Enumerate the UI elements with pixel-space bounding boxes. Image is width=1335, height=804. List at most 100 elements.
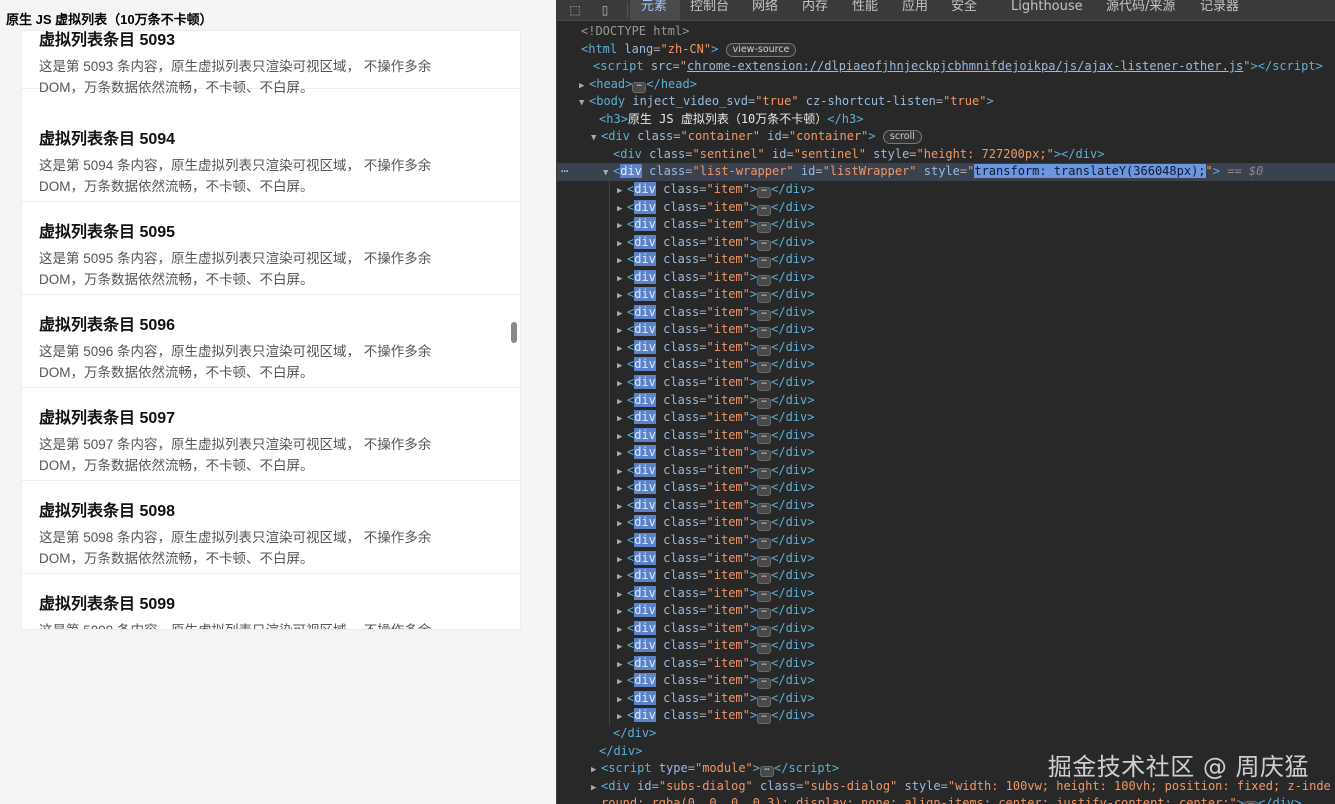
ellipsis-badge[interactable]: ⋯ xyxy=(632,81,647,93)
ellipsis-badge[interactable]: ⋯ xyxy=(757,643,772,655)
ellipsis-badge[interactable]: ⋯ xyxy=(757,257,772,269)
ellipsis-badge[interactable]: ⋯ xyxy=(757,660,772,672)
ellipsis-badge[interactable]: ⋯ xyxy=(757,537,772,549)
dom-item[interactable]: ▶ <div class="item"> ⋯ </div> xyxy=(557,514,1335,532)
more-options-icon[interactable]: ⋯ xyxy=(561,163,568,181)
dom-item[interactable]: ▶ <div class="item"> ⋯ </div> xyxy=(557,655,1335,673)
ellipsis-badge[interactable]: ⋯ xyxy=(760,766,774,778)
dom-item[interactable]: ▶ <div class="item"> ⋯ </div> xyxy=(557,585,1335,603)
dom-item[interactable]: ▶ <div class="item"> ⋯ </div> xyxy=(557,339,1335,357)
dom-item[interactable]: ▶ <div class="item"> ⋯ </div> xyxy=(557,304,1335,322)
dom-item[interactable]: ▶ <div class="item"> ⋯ </div> xyxy=(557,497,1335,515)
ellipsis-badge[interactable]: ⋯ xyxy=(757,520,772,532)
dom-subs-dialog-cont[interactable]: round: rgba(0, 0, 0, 0.3); display: none… xyxy=(557,795,1335,804)
dom-item[interactable]: ▶ <div class="item"> ⋯ </div> xyxy=(557,462,1335,480)
ellipsis-badge[interactable]: ⋯ xyxy=(757,415,772,427)
scrollbar-thumb[interactable] xyxy=(511,322,517,343)
ellipsis-badge[interactable]: ⋯ xyxy=(757,362,772,374)
ellipsis-badge[interactable]: ⋯ xyxy=(757,450,772,462)
dom-h3[interactable]: <h3>原生 JS 虚拟列表（10万条不卡顿）</h3> xyxy=(557,111,1335,129)
tab-lighthouse[interactable]: Lighthouse xyxy=(1011,0,1083,21)
dom-head[interactable]: ▶ <head> ⋯ </head> xyxy=(557,76,1335,94)
list-item-description: 这是第 5099 条内容，原生虚拟列表只渲染可视区域， 不操作多余 DOM，万条… xyxy=(39,620,469,629)
dom-item[interactable]: ▶ <div class="item"> ⋯ </div> xyxy=(557,216,1335,234)
dom-item[interactable]: ▶ <div class="item"> ⋯ </div> xyxy=(557,672,1335,690)
ellipsis-badge[interactable]: ⋯ xyxy=(757,502,772,514)
dom-item[interactable]: ▶ <div class="item"> ⋯ </div> xyxy=(557,532,1335,550)
ellipsis-badge[interactable]: ⋯ xyxy=(757,344,772,356)
dom-html[interactable]: <html lang="zh-CN"> view-source xyxy=(557,41,1335,59)
ellipsis-badge[interactable]: ⋯ xyxy=(757,678,772,690)
ellipsis-badge[interactable]: ⋯ xyxy=(757,380,772,391)
list-item: 虚拟列表条目 5093 这是第 5093 条内容，原生虚拟列表只渲染可视区域， 不… xyxy=(22,31,520,95)
tab-panel-5[interactable]: 应用 xyxy=(902,0,928,21)
ellipsis-badge[interactable]: ⋯ xyxy=(757,485,772,497)
dom-item[interactable]: ▶ <div class="item"> ⋯ </div> xyxy=(557,409,1335,427)
list-item-description: 这是第 5098 条内容，原生虚拟列表只渲染可视区域， 不操作多余 DOM，万条… xyxy=(39,530,432,566)
tab-panel-4[interactable]: 性能 xyxy=(852,0,878,21)
virtual-list-container[interactable]: 虚拟列表条目 5093 这是第 5093 条内容，原生虚拟列表只渲染可视区域， 不… xyxy=(21,30,521,630)
ellipsis-badge[interactable]: ⋯ xyxy=(757,327,772,339)
ellipsis-badge[interactable]: ⋯ xyxy=(757,713,772,725)
dom-sentinel[interactable]: <div class="sentinel" id="sentinel" styl… xyxy=(557,146,1335,164)
dom-item[interactable]: ▶ <div class="item"> ⋯ </div> xyxy=(557,707,1335,725)
dom-item[interactable]: ▶ <div class="item"> ⋯ </div> xyxy=(557,427,1335,445)
dom-item[interactable]: ▶ <div class="item"> ⋯ </div> xyxy=(557,321,1335,339)
dom-item[interactable]: ▶ <div class="item"> ⋯ </div> xyxy=(557,199,1335,217)
dom-item[interactable]: ▶ <div class="item"> ⋯ </div> xyxy=(557,444,1335,462)
ellipsis-badge[interactable]: ⋯ xyxy=(757,432,772,444)
dom-item[interactable]: ▶ <div class="item"> ⋯ </div> xyxy=(557,567,1335,585)
dom-item[interactable]: ▶ <div class="item"> ⋯ </div> xyxy=(557,234,1335,252)
dom-list-wrapper[interactable]: ▼ <div class="list-wrapper" id="listWrapp… xyxy=(557,163,1335,181)
dom-item[interactable]: ▶ <div class="item"> ⋯ </div> xyxy=(557,602,1335,620)
dom-item[interactable]: ▶ <div class="item"> ⋯ </div> xyxy=(557,690,1335,708)
dom-item[interactable]: ▶ <div class="item"> ⋯ </div> xyxy=(557,374,1335,392)
ellipsis-badge[interactable]: ⋯ xyxy=(757,397,772,409)
dom-item[interactable]: ▶ <div class="item"> ⋯ </div> xyxy=(557,637,1335,655)
list-item: 虚拟列表条目 5097 这是第 5097 条内容，原生虚拟列表只渲染可视区域， 不… xyxy=(22,388,520,481)
ellipsis-badge[interactable]: ⋯ xyxy=(757,555,772,567)
scroll-badge[interactable]: scroll xyxy=(882,130,922,145)
inspect-icon[interactable]: ⬚ xyxy=(565,1,585,19)
dom-item[interactable]: ▶ <div class="item"> ⋯ </div> xyxy=(557,392,1335,410)
ellipsis-badge[interactable]: ⋯ xyxy=(757,590,772,602)
tab-panel-9[interactable]: 记录器 xyxy=(1200,0,1239,21)
ellipsis-badge[interactable]: ⋯ xyxy=(757,292,772,304)
dom-item[interactable]: ▶ <div class="item"> ⋯ </div> xyxy=(557,286,1335,304)
ellipsis-badge[interactable]: ⋯ xyxy=(757,222,772,234)
dom-body[interactable]: ▼ <body inject_video_svd="true" cz-shortc… xyxy=(557,93,1335,111)
tab-panel-3[interactable]: 内存 xyxy=(802,0,828,21)
list-item: 虚拟列表条目 5095 这是第 5095 条内容，原生虚拟列表只渲染可视区域， 不… xyxy=(22,202,520,295)
ellipsis-badge[interactable]: ⋯ xyxy=(757,608,772,620)
ellipsis-badge[interactable]: ⋯ xyxy=(757,573,772,585)
ellipsis-badge[interactable]: ⋯ xyxy=(757,274,772,286)
tab-panel-6[interactable]: 安全 xyxy=(951,0,977,21)
ellipsis-badge[interactable]: ⋯ xyxy=(757,204,772,216)
dom-item[interactable]: ▶ <div class="item"> ⋯ </div> xyxy=(557,181,1335,199)
dom-item[interactable]: ▶ <div class="item"> ⋯ </div> xyxy=(557,550,1335,568)
dom-script-ext[interactable]: <script src="chrome-extension://dlpiaeof… xyxy=(557,58,1335,76)
ellipsis-badge[interactable]: ⋯ xyxy=(757,186,772,198)
tab-panel-1[interactable]: 控制台 xyxy=(690,0,729,21)
device-toolbar-icon[interactable]: ▯ xyxy=(595,1,615,19)
dom-item[interactable]: ▶ <div class="item"> ⋯ </div> xyxy=(557,269,1335,287)
ellipsis-badge[interactable]: ⋯ xyxy=(757,309,772,321)
tab-panel-8[interactable]: 源代码/来源 xyxy=(1106,0,1175,21)
toolbar-divider xyxy=(627,3,628,18)
dom-item[interactable]: ▶ <div class="item"> ⋯ </div> xyxy=(557,356,1335,374)
dom-close-wrapper[interactable]: </div> xyxy=(557,725,1335,743)
ellipsis-badge[interactable]: ⋯ xyxy=(757,467,772,479)
dom-item[interactable]: ▶ <div class="item"> ⋯ </div> xyxy=(557,479,1335,497)
page-preview: 原生 JS 虚拟列表（10万条不卡顿） 虚拟列表条目 5093 这是第 5093 … xyxy=(0,0,556,804)
ellipsis-badge[interactable]: ⋯ xyxy=(757,625,772,637)
dom-container[interactable]: ▼ <div class="container" id="container"> … xyxy=(557,128,1335,146)
ellipsis-badge[interactable]: ⋯ xyxy=(757,695,772,707)
tab-panel-0[interactable]: 元素 xyxy=(641,0,667,21)
ellipsis-badge[interactable]: ⋯ xyxy=(757,239,772,251)
tab-panel-2[interactable]: 网络 xyxy=(752,0,778,21)
list-item-title: 虚拟列表条目 5096 xyxy=(39,317,176,334)
view-source-badge[interactable]: view-source xyxy=(725,42,797,57)
dom-item[interactable]: ▶ <div class="item"> ⋯ </div> xyxy=(557,620,1335,638)
dom-doctype[interactable]: <!DOCTYPE html> xyxy=(557,23,1335,41)
dom-item[interactable]: ▶ <div class="item"> ⋯ </div> xyxy=(557,251,1335,269)
